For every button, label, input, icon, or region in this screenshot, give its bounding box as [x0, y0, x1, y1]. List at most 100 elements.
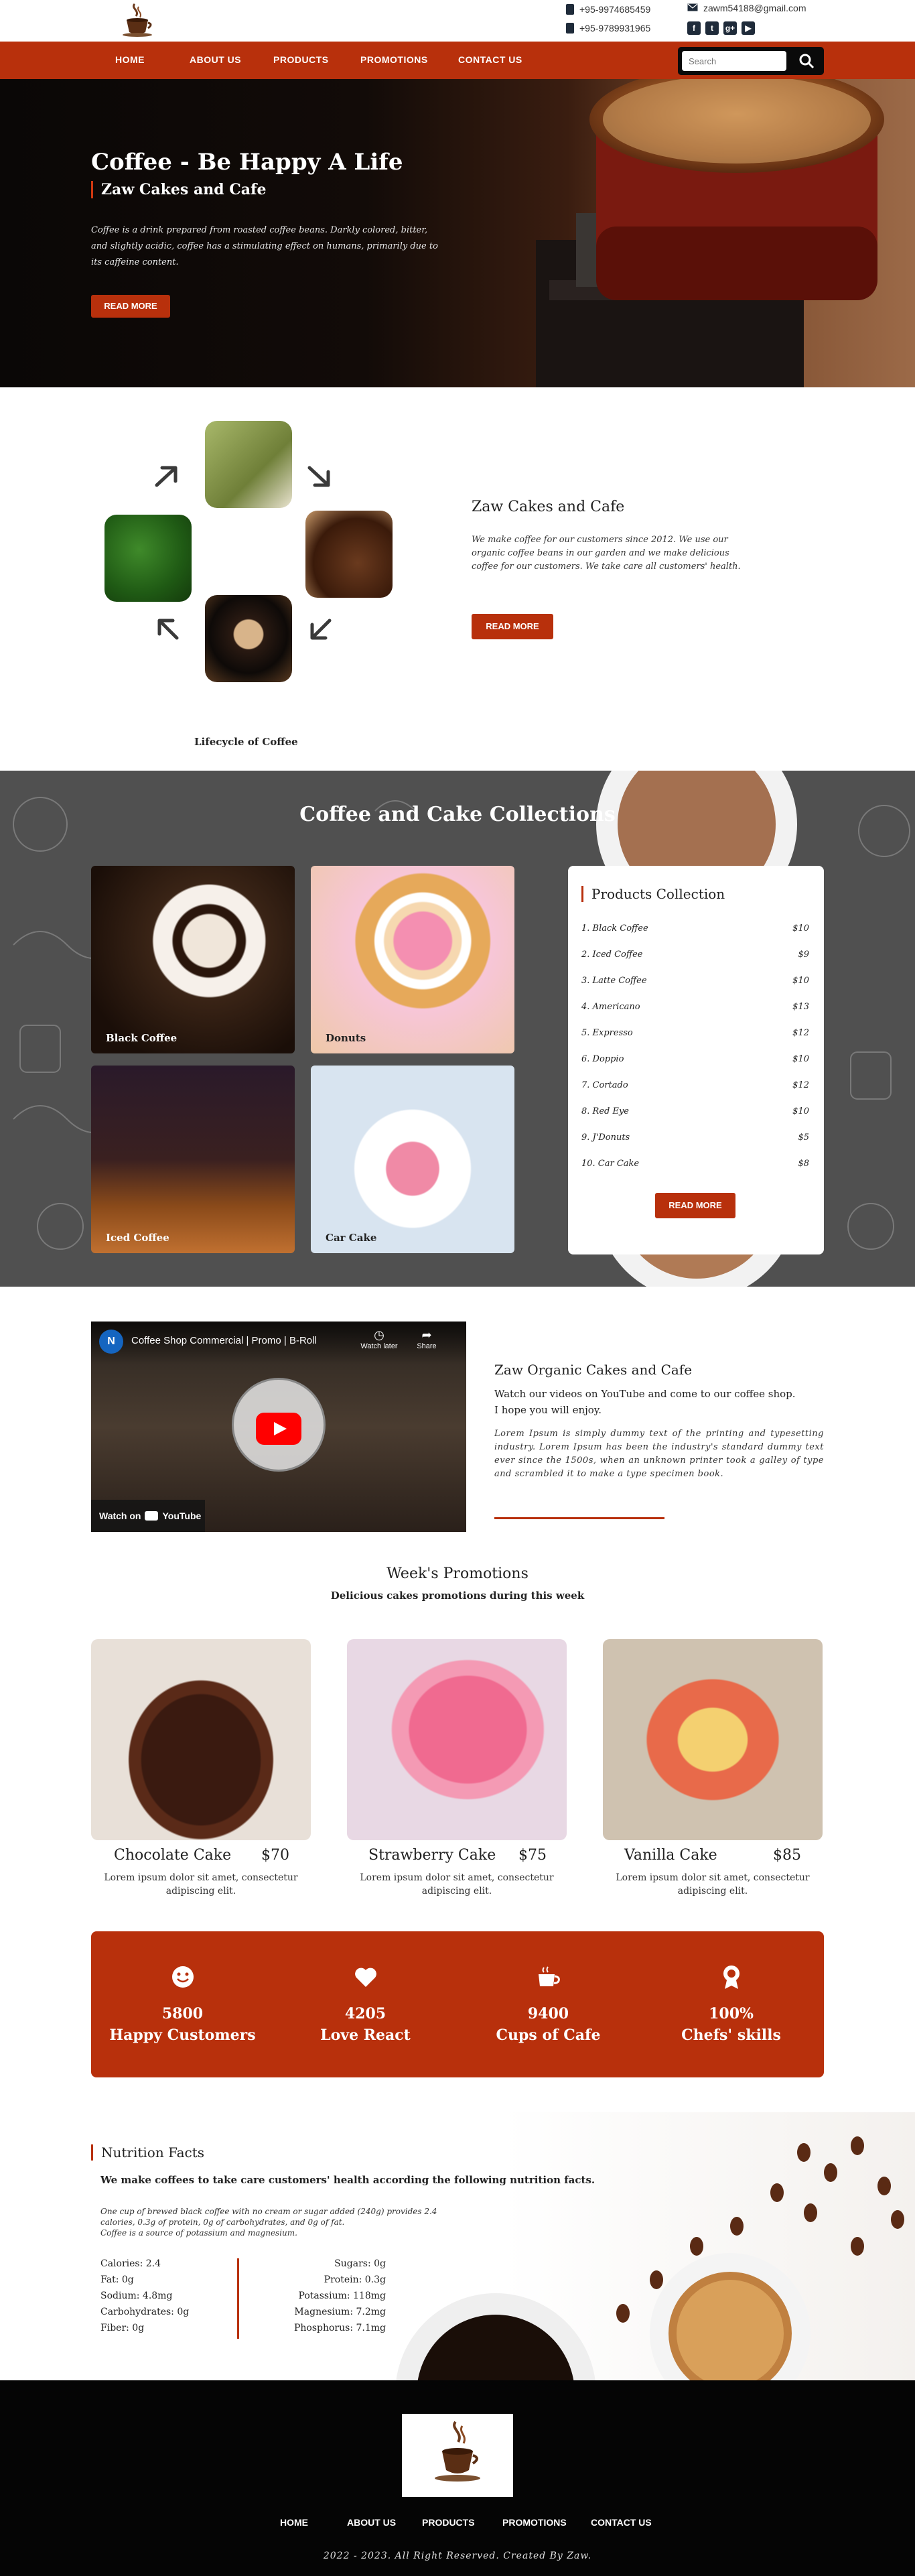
tile-black-coffee[interactable]: Black Coffee — [91, 866, 295, 1053]
hero-body: Coffee is a drink prepared from roasted … — [91, 225, 438, 267]
promotions-title: Week's Promotions — [386, 1565, 529, 1582]
play-button[interactable] — [256, 1413, 301, 1445]
phone-1[interactable]: +95-9974685459 — [566, 4, 650, 15]
collections-title: Coffee and Cake Collections — [299, 803, 616, 826]
nutrition-right-list: Sugars: 0g Protein: 0.3g Potassium: 118m… — [293, 2258, 386, 2333]
hero-banner: Coffee - Be Happy A Life Zaw Cakes and C… — [0, 79, 915, 387]
tile-iced-coffee[interactable]: Iced Coffee — [91, 1066, 295, 1253]
product-row[interactable]: 7. Cortado $12 — [581, 1080, 809, 1090]
nav-home[interactable]: HOME — [115, 54, 145, 65]
smile-icon — [169, 1963, 196, 1990]
youtube-video-embed[interactable]: N Coffee Shop Commercial | Promo | B-Rol… — [91, 1322, 466, 1532]
coffee-cup-image — [205, 595, 292, 682]
google-plus-icon[interactable]: g+ — [723, 21, 737, 35]
award-icon — [718, 1963, 745, 1990]
promo-price: $75 — [518, 1847, 547, 1864]
envelope-icon — [687, 3, 698, 13]
product-row[interactable]: 10. Car Cake $8 — [581, 1159, 809, 1169]
lifecycle-caption: Lifecycle of Coffee — [194, 736, 298, 748]
promo-name: Strawberry Cake — [368, 1847, 496, 1864]
coffee-seedling-image — [104, 515, 192, 602]
channel-avatar[interactable]: N — [99, 1330, 123, 1354]
stat-love-react: 4205 Love React — [274, 1963, 457, 2044]
products-read-more-button[interactable]: READ MORE — [655, 1193, 735, 1218]
logo[interactable] — [111, 1, 164, 40]
promo-image-strawberry-cake[interactable] — [347, 1639, 567, 1840]
product-row[interactable]: 3. Latte Coffee $10 — [581, 976, 809, 986]
youtube-icon[interactable]: ▶ — [742, 21, 755, 35]
watch-on-youtube-button[interactable]: Watch on YouTube — [91, 1500, 205, 1532]
footer-logo[interactable] — [402, 2414, 513, 2497]
promo-name: Vanilla Cake — [624, 1847, 717, 1864]
footer-nav-products[interactable]: PRODUCTS — [422, 2517, 475, 2528]
arrow-up-left-icon — [157, 619, 179, 640]
nutrition-divider — [237, 2258, 239, 2339]
tile-car-cake[interactable]: Car Cake — [311, 1066, 514, 1253]
coffee-beans-image — [305, 511, 393, 598]
share-icon: ➦ — [421, 1328, 432, 1342]
footer-nav-promotions[interactable]: PROMOTIONS — [502, 2517, 567, 2528]
promo-desc: Lorem ipsum dolor sit amet, consectetur … — [616, 1872, 810, 1896]
share-button[interactable]: ➦ Share — [410, 1328, 443, 1350]
footer-nav-home[interactable]: HOME — [280, 2517, 308, 2528]
products-collection-card: Products Collection 1. Black Coffee $10 2… — [568, 866, 824, 1254]
youtube-logo-icon — [145, 1511, 159, 1521]
nutrition-lead: We make coffees to take care customers' … — [100, 2174, 595, 2186]
product-row[interactable]: 6. Doppio $10 — [581, 1054, 809, 1064]
organic-body: Lorem Ipsum is simply dummy text of the … — [494, 1429, 824, 1479]
nav-products[interactable]: PRODUCTS — [273, 54, 329, 65]
products-title: Products Collection — [581, 886, 725, 902]
nutrition-left-list: Calories: 2.4 Fat: 0g Sodium: 4.8mg Carb… — [100, 2258, 190, 2333]
email[interactable]: zawm54188@gmail.com — [687, 3, 806, 13]
about-read-more-button[interactable]: READ MORE — [472, 614, 553, 639]
phone-icon — [566, 23, 574, 34]
organic-title: Zaw Organic Cakes and Cafe — [494, 1362, 693, 1378]
product-row[interactable]: 1. Black Coffee $10 — [581, 923, 809, 933]
stat-cups-of-cafe: 9400 Cups of Cafe — [457, 1963, 640, 2044]
promo-price: $70 — [261, 1847, 289, 1864]
product-row[interactable]: 8. Red Eye $10 — [581, 1106, 809, 1116]
product-row[interactable]: 4. Americano $13 — [581, 1002, 809, 1012]
nav-about-us[interactable]: ABOUT US — [190, 54, 241, 65]
about-title: Zaw Cakes and Cafe — [472, 499, 625, 515]
video-title[interactable]: Coffee Shop Commercial | Promo | B-Roll — [131, 1335, 317, 1346]
search-bar — [678, 47, 824, 75]
search-input[interactable] — [682, 51, 786, 71]
product-row[interactable]: 9. J'Donuts $5 — [581, 1133, 809, 1143]
promo-price: $85 — [773, 1847, 801, 1864]
top-bar: +95-9974685459 +95-9789931965 zawm54188@… — [0, 0, 915, 42]
nav-contact-us[interactable]: CONTACT US — [458, 54, 522, 65]
arrow-down-right-icon — [307, 466, 330, 487]
search-icon[interactable] — [798, 53, 815, 72]
product-row[interactable]: 5. Expresso $12 — [581, 1028, 809, 1038]
product-row[interactable]: 2. Iced Coffee $9 — [581, 950, 809, 960]
facebook-icon[interactable]: f — [687, 21, 701, 35]
tile-donuts[interactable]: Donuts — [311, 866, 514, 1053]
heart-icon — [352, 1963, 379, 1990]
footer — [0, 2380, 915, 2576]
promo-image-chocolate-cake[interactable] — [91, 1639, 311, 1840]
nutrition-note-potassium: Coffee is a source of potassium and magn… — [100, 2228, 297, 2238]
phone-icon — [566, 4, 574, 15]
organic-divider — [494, 1517, 664, 1519]
watch-later-button[interactable]: ◷ Watch later — [359, 1328, 399, 1350]
hero-title: Coffee - Be Happy A Life — [91, 149, 403, 176]
copyright: 2022 - 2023. All Right Reserved. Created… — [323, 2551, 592, 2561]
play-icon — [274, 1422, 287, 1435]
about-body: We make coffee for our customers since 2… — [472, 535, 741, 572]
nav-promotions[interactable]: PROMOTIONS — [360, 54, 428, 65]
hero-read-more-button[interactable]: READ MORE — [91, 295, 170, 318]
nutrition-title: Nutrition Facts — [91, 2144, 204, 2161]
promo-image-vanilla-cake[interactable] — [603, 1639, 823, 1840]
phone-2[interactable]: +95-9789931965 — [566, 23, 650, 34]
footer-nav-about-us[interactable]: ABOUT US — [347, 2517, 396, 2528]
nutrition-note: One cup of brewed black coffee with no c… — [100, 2207, 437, 2227]
coffee-plant-image — [205, 421, 292, 508]
twitter-icon[interactable]: t — [705, 21, 719, 35]
promo-name: Chocolate Cake — [114, 1847, 232, 1864]
hero-coffee-image — [536, 79, 884, 387]
promo-desc: Lorem ipsum dolor sit amet, consectetur … — [104, 1872, 298, 1896]
arrow-down-left-icon — [310, 619, 332, 640]
stat-chefs-skills: 100% Chefs' skills — [640, 1963, 823, 2044]
footer-nav-contact-us[interactable]: CONTACT US — [591, 2517, 652, 2528]
